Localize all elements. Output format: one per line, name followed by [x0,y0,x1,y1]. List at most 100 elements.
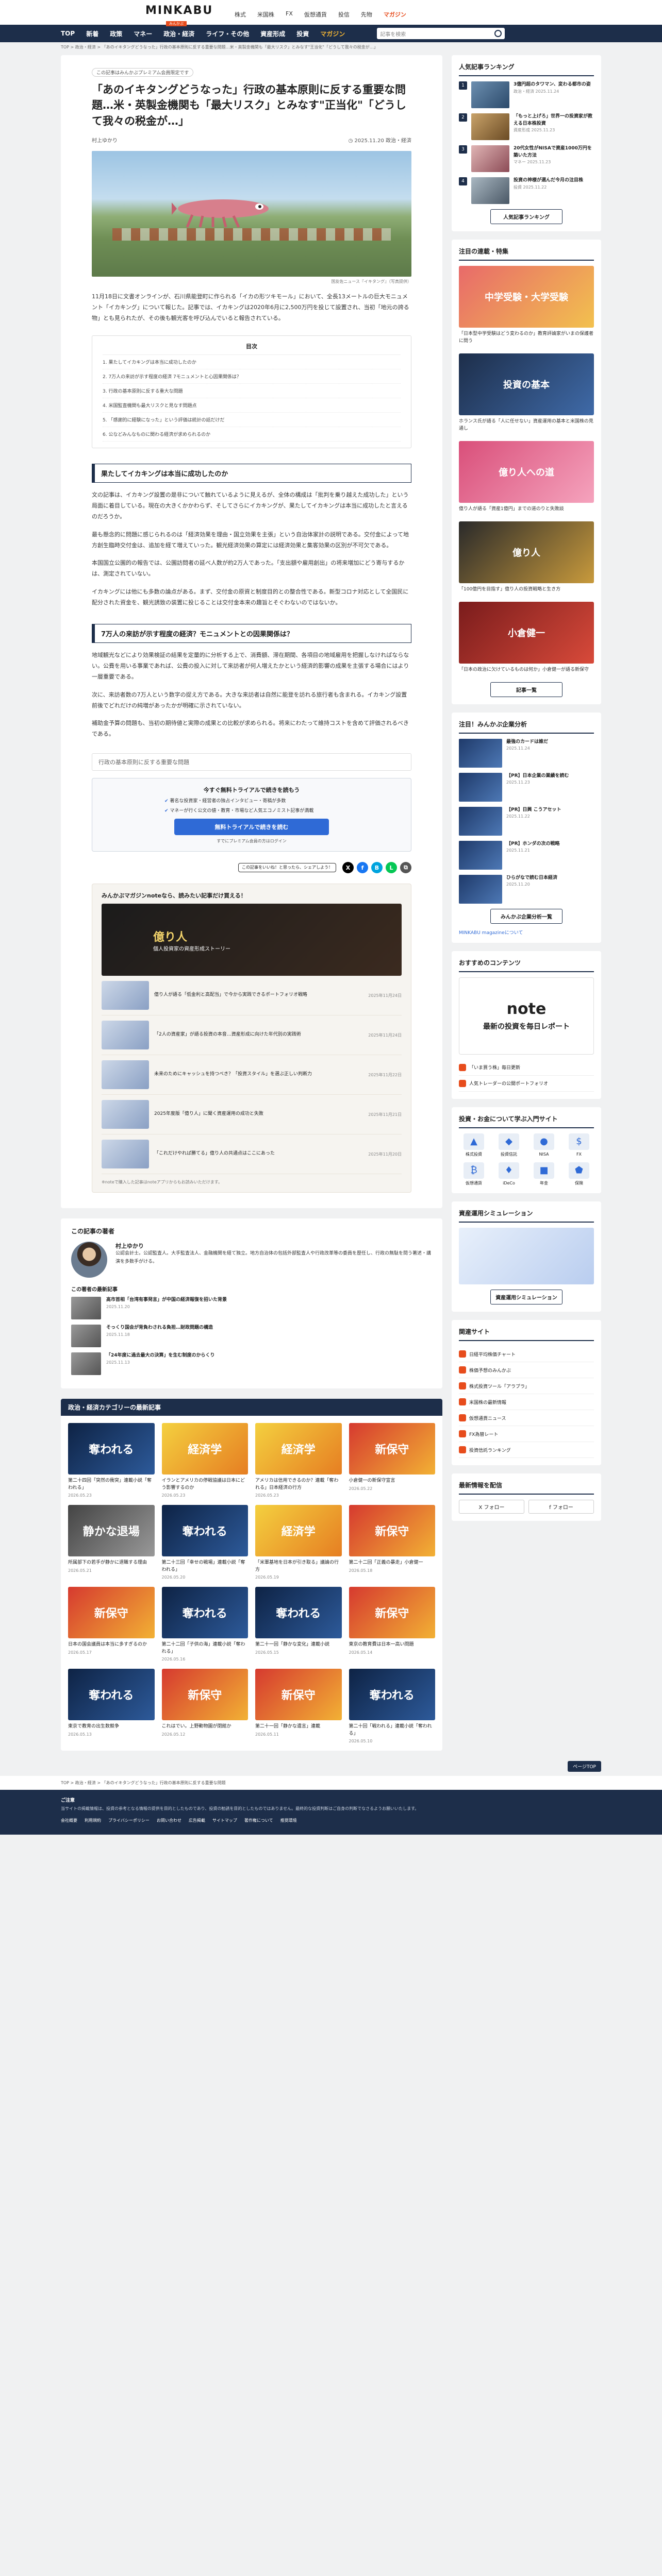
top-link[interactable]: 投信 [338,10,350,19]
note-banner[interactable]: 億り人 個人投資家の資産形成ストーリー [102,904,402,976]
learning-item[interactable]: ● NISA [529,1133,559,1157]
toc-item[interactable]: 2. 7万人の来訪が示す程度の経済 7モニュメントと心因果関係は？ [103,369,401,384]
learning-item[interactable]: ■ 年金 [529,1162,559,1186]
learning-item[interactable]: $ FX [564,1133,594,1157]
related-site-link[interactable]: 投資信託ランキング [459,1442,594,1459]
note-item[interactable]: 「これだけやれば勝てる」億り人の共通点はここにあった 2025年11月20日 [102,1134,402,1175]
nav-item-politics[interactable]: 政治・経済 [163,29,194,38]
category-item[interactable]: 経済学 イランとアメリカの停戦協議は日本にどう影響するのか 2026.05.23 [161,1423,248,1498]
learning-item[interactable]: ▲ 株式投資 [459,1133,489,1157]
category-item[interactable]: 新保守 第二十二回「正義の暴走」小倉健一 2026.05.18 [349,1505,435,1580]
footer-link[interactable]: 広告掲載 [189,1817,205,1824]
article-tag[interactable]: 政治・経済 [386,138,411,144]
top-link[interactable]: 仮想通貨 [304,10,327,19]
content-item[interactable]: 「いま買う株」毎日更新 [459,1060,594,1076]
footer-link[interactable]: プライバシーポリシー [108,1817,150,1824]
author-name[interactable]: 村上ゆかり [115,1242,432,1250]
feature-item[interactable]: 億り人への道 億り人が語る「資産1億円」までの道のりと失敗談 [459,440,594,513]
nav-item-asset[interactable]: 資産形成 [260,29,285,38]
magazine-about-link[interactable]: MINKABU magazineについて [459,929,594,936]
learning-item[interactable]: ⬟ 保険 [564,1162,594,1186]
footer-link[interactable]: 推奨環境 [280,1817,297,1824]
facebook-share-icon[interactable]: f [357,862,368,874]
top-link[interactable]: マガジン [384,10,406,19]
note-item[interactable]: 億り人が語る「低金利と高配当」で今から実践できるポートフォリオ戦略 2025年11… [102,976,402,1016]
nav-item-life[interactable]: ライフ・その他 [206,29,249,38]
analysis-item[interactable]: 【PR】日興 こうアセット 2025.11.22 [459,806,594,836]
features-list-button[interactable]: 記事一覧 [490,682,562,697]
feature-item[interactable]: 小倉健一 「日本の政治に欠けているものは何か」小倉健一が語る新保守 [459,601,594,674]
x-share-icon[interactable]: X [342,862,354,874]
related-site-link[interactable]: 株価予想のみんかぶ [459,1362,594,1379]
analysis-list-button[interactable]: みんかぶ企業分析一覧 [490,908,562,924]
category-item[interactable]: 新保守 これはでい。上野動物園が閉館か 2026.05.12 [161,1669,248,1743]
learning-item[interactable]: ₿ 仮想通貨 [459,1162,489,1186]
learning-item[interactable]: ♦ iDeCo [494,1162,524,1186]
category-item[interactable]: 奪われる 第二十一回「静かな変化」連載小説 2026.05.15 [255,1587,342,1662]
top-link[interactable]: FX [286,10,293,19]
note-item[interactable]: 2025年度版「億り人」に聞く資産運用の成功と失敗 2025年11月21日 [102,1095,402,1135]
category-item[interactable]: 新保守 東京の教育費は日本一高い問題 2026.05.14 [349,1587,435,1662]
analysis-item[interactable]: 最強のカードは誰だ 2025.11.24 [459,738,594,768]
toc-item[interactable]: 3. 行政の基本原則に反する重大な問題 [103,384,401,398]
category-item[interactable]: 経済学 アメリカは信用できるのか？連載「奪われる」日本経済の行方 2026.05.2… [255,1423,342,1498]
feature-item[interactable]: 投資の基本 ホランス氏が語る「人に任せない」資産運用の基本と米国株の見通し [459,353,594,433]
category-item[interactable]: 奪われる 第二十回「戦われる」連載小説「奪われる」 2026.05.10 [349,1669,435,1743]
ranking-more-button[interactable]: 人気記事ランキング [490,209,562,224]
related-site-link[interactable]: 仮想通貨ニュース [459,1410,594,1427]
trial-button[interactable]: 無料トライアルで続きを読む [174,819,329,836]
site-logo[interactable]: MINKABU みんかぶ [145,4,212,27]
ranking-item[interactable]: 3 20代女性がNISAで資産1000万円を築いた方法 マネー 2025.11.23 [459,145,594,172]
category-item[interactable]: 奪われる 第二十四回「突然の衝突」連載小説「奪われる」 2026.05.23 [68,1423,155,1498]
footer-link[interactable]: 利用規約 [85,1817,101,1824]
nav-item-invest[interactable]: 投資 [296,29,309,38]
line-share-icon[interactable]: L [386,862,397,874]
category-item[interactable]: 経済学 「米軍基地を日本が引き取る」議論の行方 2026.05.19 [255,1505,342,1580]
ranking-item[interactable]: 1 3億円超のタワマン、変わる都市の姿 政治・経済 2025.11.24 [459,81,594,108]
learning-item[interactable]: ◆ 投資信託 [494,1133,524,1157]
analysis-item[interactable]: 【PR】ホンダの次の戦略 2025.11.21 [459,840,594,870]
login-link[interactable]: すでにプレミアム会員の方はログイン [103,838,401,844]
analysis-item[interactable]: 【PR】日本企業の業績を読む 2025.11.23 [459,772,594,802]
content-item[interactable]: 人気トレーダーの公開ポートフォリオ [459,1076,594,1092]
ranking-item[interactable]: 4 投資の神様が選んだ今月の注目株 投資 2025.11.22 [459,177,594,204]
related-item[interactable]: 高市首相「台湾有事発言」が中国の経済報復を招いた背景 2025.11.20 [71,1297,432,1320]
nav-item-top[interactable]: TOP [61,30,75,37]
article-author[interactable]: 村上ゆかり [92,136,118,144]
footer-link[interactable]: サイトマップ [212,1817,237,1824]
feature-item[interactable]: 中学受験・大学受験 「日本型中学受験はどう変わるのか」教育評論家がいまの保護者に問… [459,266,594,345]
nav-item-money[interactable]: マネー [134,29,152,38]
footer-link[interactable]: 著作権について [244,1817,273,1824]
category-item[interactable]: 奪われる 第二十三回「幸せの戦場」連載小説「奪われる」 2026.05.20 [161,1505,248,1580]
nav-item-policy[interactable]: 政策 [110,29,122,38]
search-input[interactable]: 記事を検索 [377,28,505,39]
related-site-link[interactable]: FX為替レート [459,1426,594,1443]
top-link[interactable]: 株式 [235,10,246,19]
category-item[interactable]: 新保守 日本の国会議員は本当に多すぎるのか 2026.05.17 [68,1587,155,1662]
nav-item-new[interactable]: 新着 [86,29,98,38]
category-item[interactable]: 新保守 小倉健一の新保守宣言 2026.05.22 [349,1423,435,1498]
toc-item[interactable]: 5. 「感謝的に経験になった」という評価は統計の話だけだ [103,413,401,427]
note-item[interactable]: 「2人の資産家」が語る投資の本音…資産形成に向けた年代別の実践術 2025年11月… [102,1015,402,1056]
category-item[interactable]: 静かな退場 所属部下の若手が静かに退職する理由 2026.05.21 [68,1505,155,1580]
category-item[interactable]: 新保守 第二十一回「静かな遺言」連載 2026.05.11 [255,1669,342,1743]
note-promo-banner[interactable]: note 最新の投資を毎日レポート [459,977,594,1055]
toc-item[interactable]: 4. 米国監査機関も最大リスクと見なす問題点 [103,398,401,413]
analysis-item[interactable]: ひらがなで読む日本経済 2025.11.20 [459,874,594,904]
related-site-link[interactable]: 日経平均株価チャート [459,1346,594,1363]
note-item[interactable]: 未来のためにキャッシュを持つべき？「投資スタイル」を選ぶ正しい判断力 2025年1… [102,1055,402,1095]
hatena-share-icon[interactable]: B [371,862,383,874]
facebook-follow-button[interactable]: f フォロー [528,1500,594,1514]
simulation-button[interactable]: 資産運用シミュレーション [490,1290,562,1305]
toc-item[interactable]: 1. 果たしてイカキングは本当に成功したのか [103,355,401,369]
related-site-link[interactable]: 米国株の最新情報 [459,1394,594,1411]
nav-item-magazine[interactable]: マガジン [320,29,345,38]
top-link[interactable]: 先物 [361,10,372,19]
footer-link[interactable]: お問い合わせ [157,1817,181,1824]
related-site-link[interactable]: 株式投資ツール「アラプラ」 [459,1378,594,1395]
related-item[interactable]: 「24年度に過去最大の決算」を生む制度のからくり 2025.11.13 [71,1352,432,1376]
page-top-button[interactable]: ページTOP [568,1761,601,1772]
search-icon[interactable] [494,30,502,37]
category-item[interactable]: 奪われる 東京で教育の出生数競争 2026.05.13 [68,1669,155,1743]
copy-link-icon[interactable]: ⧉ [400,862,411,874]
